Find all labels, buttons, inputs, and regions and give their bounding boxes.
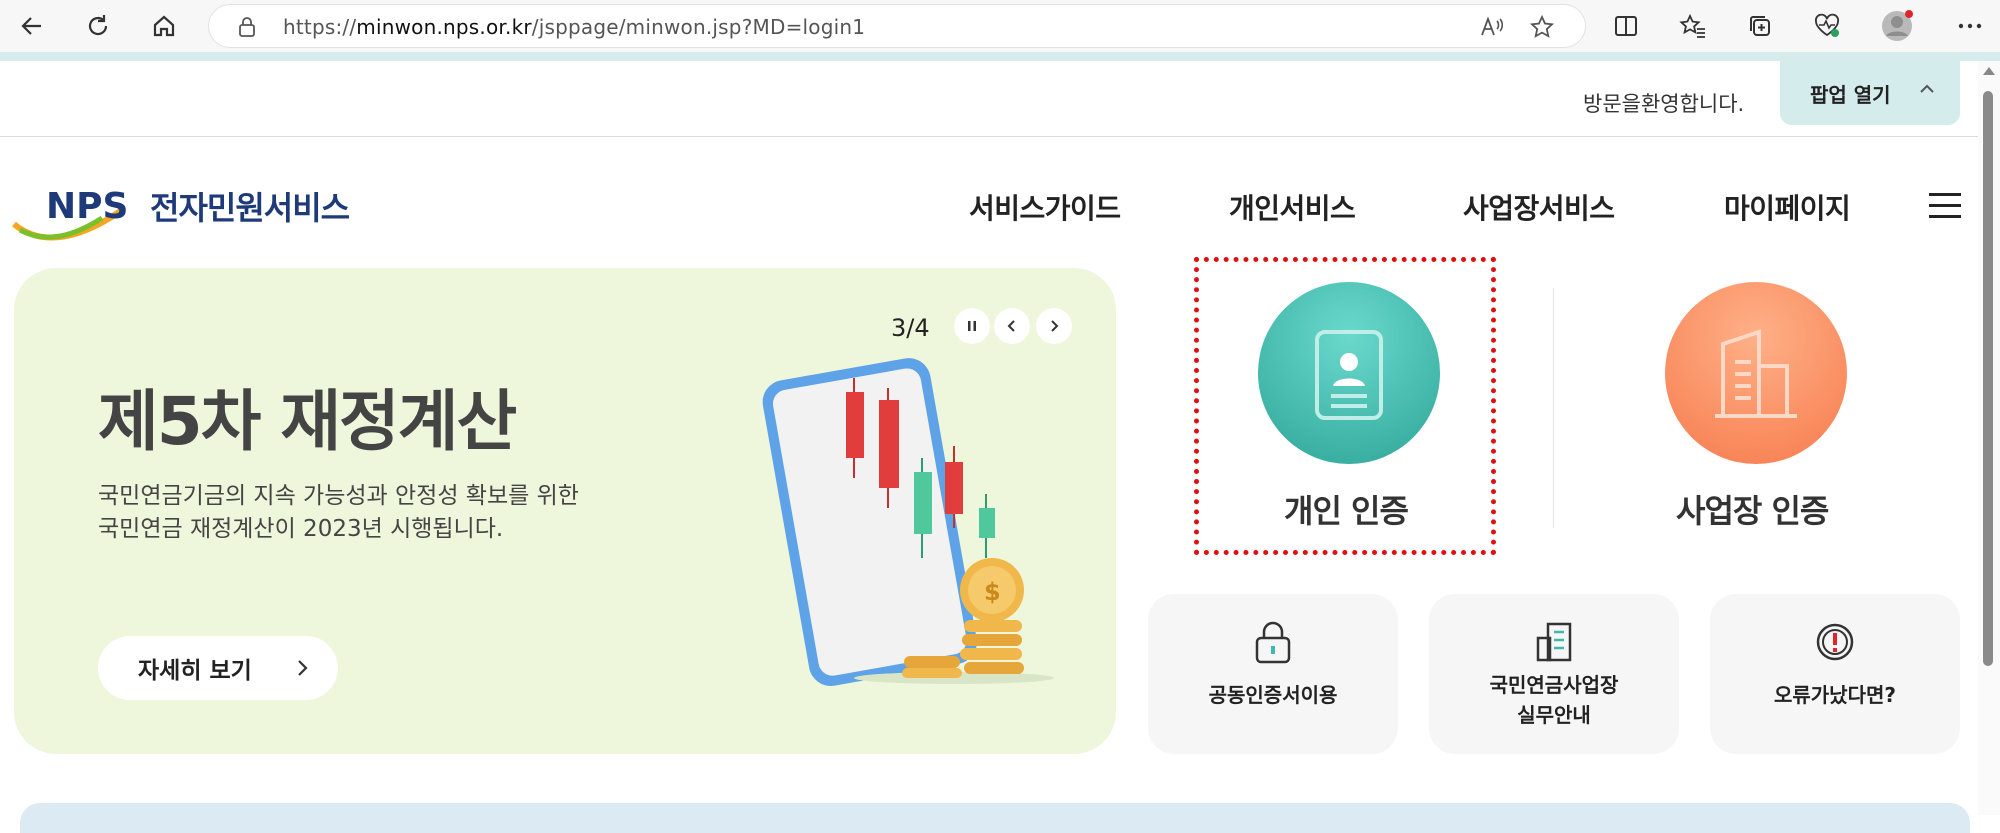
favorites-icon [1679, 13, 1705, 38]
chevron-right-icon [1051, 320, 1059, 332]
favorite-button[interactable] [1529, 14, 1555, 40]
nav-personal-service[interactable]: 개인서비스 [1229, 187, 1356, 227]
business-auth-button[interactable] [1665, 282, 1847, 464]
banner-desc-line-1: 국민연금기금의 지속 가능성과 안정성 확보를 위한 [98, 483, 579, 509]
logo-service-name[interactable]: 전자민원서비스 [150, 183, 350, 229]
heart-pulse-icon [1815, 13, 1839, 37]
lock-icon [1255, 621, 1291, 664]
lock-icon[interactable] [237, 16, 257, 38]
next-slide-button[interactable] [1036, 308, 1072, 344]
read-aloud-button[interactable] [1479, 14, 1505, 40]
scrollbar[interactable] [1978, 61, 2000, 815]
profile-button[interactable] [1880, 8, 1916, 44]
joint-certificate-card[interactable]: 공동인증서이용 [1148, 594, 1398, 754]
url-text[interactable]: https://minwon.nps.or.kr/jsppage/minwon.… [283, 15, 865, 39]
next-section-strip [20, 803, 1970, 833]
collections-button[interactable] [1742, 8, 1778, 44]
business-practice-guide-card[interactable]: 국민연금사업장 실무안내 [1429, 594, 1679, 754]
browser-toolbar: https://minwon.nps.or.kr/jsppage/minwon.… [0, 0, 2000, 52]
page-top-strip [0, 52, 2000, 61]
pause-button[interactable] [954, 308, 990, 344]
joint-certificate-label: 공동인증서이용 [1208, 683, 1338, 707]
url-path: /jsppage/minwon.jsp?MD=login1 [531, 15, 866, 39]
back-arrow-icon [21, 17, 41, 35]
menu-hamburger-icon[interactable] [1929, 193, 1961, 219]
back-button[interactable] [14, 8, 50, 44]
personal-auth-button[interactable] [1258, 282, 1440, 464]
view-details-button[interactable]: 자세히 보기 [98, 636, 338, 700]
slide-counter: 3/4 [891, 314, 930, 342]
collections-icon [1750, 16, 1770, 36]
pause-icon [968, 321, 976, 331]
business-auth-label[interactable]: 사업장 인증 [1676, 486, 1829, 532]
browser-essentials-button[interactable] [1809, 8, 1845, 44]
banner-title: 제5차 재정계산 [98, 383, 517, 460]
popup-open-label: 팝업 열기 [1810, 82, 1891, 107]
nav-my-page[interactable]: 마이페이지 [1724, 187, 1851, 227]
banner-description: 국민연금기금의 지속 가능성과 안정성 확보를 위한 국민연금 재정계산이 20… [98, 480, 658, 546]
error-help-label: 오류가났다면? [1773, 683, 1896, 707]
split-screen-button[interactable] [1608, 8, 1644, 44]
avatar-icon [1882, 10, 1913, 41]
popup-open-button[interactable]: 팝업 열기 [1780, 61, 1960, 125]
star-icon [1529, 14, 1555, 38]
business-practice-guide-label: 국민연금사업장 실무안내 [1429, 670, 1679, 730]
auth-divider [1553, 288, 1554, 528]
refresh-icon [88, 15, 108, 36]
exclamation-circle-icon [1816, 623, 1854, 661]
prev-slide-button[interactable] [994, 308, 1030, 344]
home-icon [153, 15, 175, 37]
business-practice-guide-line-2: 실무안내 [1517, 703, 1591, 727]
chevron-up-icon [1920, 84, 1934, 93]
scroll-thumb[interactable] [1983, 91, 1993, 666]
dollar-sign-icon: $ [984, 578, 1001, 606]
favorites-button[interactable] [1675, 8, 1711, 44]
split-screen-icon [1615, 16, 1637, 36]
banner-desc-line-2: 국민연금 재정계산이 2023년 시행됩니다. [98, 516, 504, 542]
error-help-card[interactable]: 오류가났다면? [1710, 594, 1960, 754]
phone-stock-chart-illustration: $ [762, 358, 1054, 686]
main-banner[interactable]: 제5차 재정계산 국민연금기금의 지속 가능성과 안정성 확보를 위한 국민연금… [14, 268, 1116, 754]
business-practice-guide-line-1: 국민연금사업장 [1489, 673, 1619, 697]
url-prefix: https:// [283, 15, 357, 39]
nav-service-guide[interactable]: 서비스가이드 [969, 187, 1121, 227]
read-aloud-icon [1481, 16, 1504, 36]
building-icon [1715, 329, 1797, 418]
refresh-button[interactable] [80, 8, 116, 44]
url-host: minwon.nps.or.kr [356, 15, 532, 39]
settings-more-button[interactable] [1952, 8, 1988, 44]
logo-mark: NPS [46, 186, 128, 227]
divider [0, 136, 1978, 137]
nav-business-service[interactable]: 사업장서비스 [1463, 187, 1615, 227]
chevron-left-icon [1007, 320, 1015, 332]
more-dots-icon [1958, 23, 1982, 29]
chevron-right-icon [298, 660, 308, 676]
scroll-up-arrow-icon[interactable] [1983, 67, 1995, 75]
address-bar[interactable]: https://minwon.nps.or.kr/jsppage/minwon.… [208, 4, 1586, 48]
home-button[interactable] [146, 8, 182, 44]
personal-auth-label[interactable]: 개인 인증 [1284, 486, 1409, 532]
welcome-text: 방문을환영합니다. [1583, 92, 1745, 116]
view-details-label: 자세히 보기 [138, 658, 252, 684]
document-building-icon [1536, 622, 1572, 662]
id-card-icon [1315, 330, 1383, 420]
